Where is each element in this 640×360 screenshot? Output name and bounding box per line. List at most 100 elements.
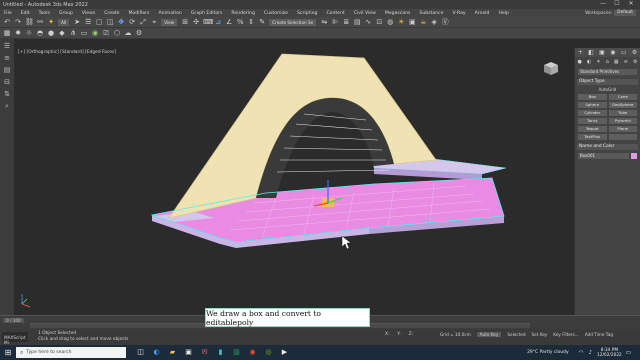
mirror-icon[interactable]: ⇋ [320, 18, 328, 26]
keyboard-shortcut-icon[interactable]: ⌨ [203, 18, 213, 26]
reference-coord-dropdown[interactable]: View [161, 18, 178, 26]
camtasia-icon[interactable]: ◎ [262, 347, 275, 358]
menu-rendering[interactable]: Rendering [231, 11, 254, 16]
hierarchy-tab-icon[interactable]: ▣ [599, 49, 605, 56]
schematic-view-icon[interactable]: ⊡ [375, 18, 383, 26]
weather-widget[interactable]: 29°C Partly cloudy [527, 350, 569, 355]
align-icon[interactable]: ⊫ [331, 18, 339, 26]
render-icon[interactable]: ☕ [419, 18, 427, 26]
edge-icon[interactable]: ◐ [150, 347, 163, 358]
vray-mesh-icon[interactable]: ⬡ [113, 29, 121, 37]
place-icon[interactable]: ⌖ [150, 18, 158, 26]
menu-modifiers[interactable]: Modifiers [128, 11, 149, 16]
vray-plane-icon[interactable]: ▭ [80, 29, 88, 37]
menu-group[interactable]: Group [59, 11, 73, 16]
named-selection-dropdown[interactable]: Create Selection Se [269, 18, 317, 26]
viewcube-icon[interactable] [540, 58, 562, 78]
torus-button[interactable]: Torus [578, 118, 607, 124]
excel-icon[interactable]: ▥ [230, 347, 243, 358]
key-filters-button[interactable]: Key Filters... [553, 332, 578, 337]
cone-button[interactable]: Cone [608, 94, 637, 100]
geosphere-button[interactable]: GeoSphere [608, 102, 637, 108]
menu-file[interactable]: File [4, 11, 12, 16]
toggle-ribbon-icon[interactable]: ▤ [353, 18, 361, 26]
percent-snap-icon[interactable]: % [236, 18, 244, 26]
menu-views[interactable]: Views [82, 11, 95, 16]
space-warps-icon[interactable]: ≋ [624, 59, 628, 65]
close-button[interactable]: ✕ [624, 0, 638, 7]
media-icon[interactable]: ▶ [278, 347, 291, 358]
teapot-button[interactable]: Teapot [578, 126, 607, 132]
menu-help[interactable]: Help [498, 11, 508, 16]
vray-camera-icon[interactable]: ⎚ [102, 29, 110, 37]
menu-vray[interactable]: V-Ray [452, 11, 465, 16]
select-by-name-icon[interactable]: ☰ [84, 18, 92, 26]
selection-filter-dropdown[interactable]: All [58, 18, 70, 26]
lights-icon[interactable]: ✶ [596, 59, 600, 65]
filter-icon[interactable]: ⊟ [2, 78, 12, 87]
angle-snap-icon[interactable]: ∠ [225, 18, 233, 26]
network-icon[interactable]: ◠ [579, 350, 584, 356]
coord-y[interactable]: Y: [397, 331, 400, 336]
vray-proxy-icon[interactable]: ◆ [58, 29, 66, 37]
bind-space-warp-icon[interactable]: ✦ [47, 18, 55, 26]
menu-content[interactable]: Content [326, 11, 344, 16]
snap-icon[interactable]: ⊿ [214, 18, 222, 26]
vray-material-icon[interactable]: ◉ [91, 29, 99, 37]
select-object-icon[interactable]: ➤ [73, 18, 81, 26]
task-view-icon[interactable]: ◫ [134, 347, 147, 358]
sphere-button[interactable]: Sphere [578, 102, 607, 108]
vray-frame-buffer-icon[interactable]: ▦ [3, 29, 11, 37]
textplus-button[interactable]: TextPlus [578, 134, 607, 140]
curve-editor-icon[interactable]: ∿ [364, 18, 372, 26]
set-key-button[interactable]: Set Key [531, 332, 547, 337]
create-tab-icon[interactable]: + [578, 49, 583, 56]
find-icon[interactable]: ⌕ [2, 102, 12, 111]
utilities-tab-icon[interactable]: ⚙ [632, 49, 637, 56]
menu-arnold[interactable]: Arnold [475, 11, 490, 16]
autogrid-checkbox[interactable]: AutoGrid [575, 87, 640, 92]
geometry-icon[interactable]: ● [578, 59, 582, 65]
spinner-snap-icon[interactable]: ⇕ [247, 18, 255, 26]
unlink-icon[interactable]: ⚯ [36, 18, 44, 26]
notifications-icon[interactable]: ▭ [626, 350, 631, 356]
store-icon[interactable]: ▣ [182, 347, 195, 358]
object-type-rollout[interactable]: Object Type [577, 79, 638, 85]
rect-select-icon[interactable]: ▢ [95, 18, 103, 26]
rotate-icon[interactable]: ⟳ [128, 18, 136, 26]
helpers-icon[interactable]: ▦ [614, 59, 619, 65]
render-setup-icon[interactable]: ☀ [397, 18, 405, 26]
pivot-icon[interactable]: ⊞ [181, 18, 189, 26]
vray-sun-icon[interactable]: ☼ [25, 29, 33, 37]
scale-icon[interactable]: ⤢ [139, 18, 147, 26]
display-icon[interactable]: ▤ [2, 66, 12, 75]
taskbar-search[interactable]: ⌕ Type here to search [16, 347, 126, 358]
shapes-icon[interactable]: ◐ [587, 59, 591, 65]
vray-fur-icon[interactable]: ⋔ [69, 29, 77, 37]
motion-tab-icon[interactable]: ◉ [610, 49, 615, 56]
menu-create[interactable]: Create [104, 11, 119, 16]
cameras-icon[interactable]: ⌂ [606, 59, 609, 65]
vray-sphere-icon[interactable]: ● [47, 29, 55, 37]
coord-x[interactable]: X: [385, 331, 389, 336]
undo-icon[interactable]: ↶ [3, 18, 11, 26]
vray-light-icon[interactable]: ✹ [14, 29, 22, 37]
object-color-swatch[interactable] [631, 153, 637, 159]
menu-graph-editors[interactable]: Graph Editors [191, 11, 223, 16]
menu-tools[interactable]: Tools [39, 11, 50, 16]
link-icon[interactable]: ⛓ [25, 18, 34, 26]
material-editor-icon[interactable]: ◍ [386, 18, 394, 26]
menu-scripting[interactable]: Scripting [297, 11, 317, 16]
category-dropdown[interactable]: Standard Primitives [578, 69, 637, 75]
windows-start-icon[interactable]: ⊞ [0, 345, 16, 360]
window-crossing-icon[interactable]: ◫ [106, 18, 114, 26]
redo-icon[interactable]: ↷ [14, 18, 22, 26]
file-explorer-icon[interactable]: ▰ [166, 347, 179, 358]
plane-button[interactable]: Plane [608, 126, 637, 132]
arnold-render-icon[interactable]: ◈ [430, 18, 438, 26]
move-icon[interactable]: ✥ [117, 18, 125, 26]
vray-icon[interactable]: Ⓥ [441, 18, 449, 26]
name-and-color-rollout[interactable]: Name and Color [577, 144, 638, 150]
workspace-select[interactable]: Default [614, 10, 636, 16]
volume-icon[interactable]: ♪ [589, 350, 593, 356]
